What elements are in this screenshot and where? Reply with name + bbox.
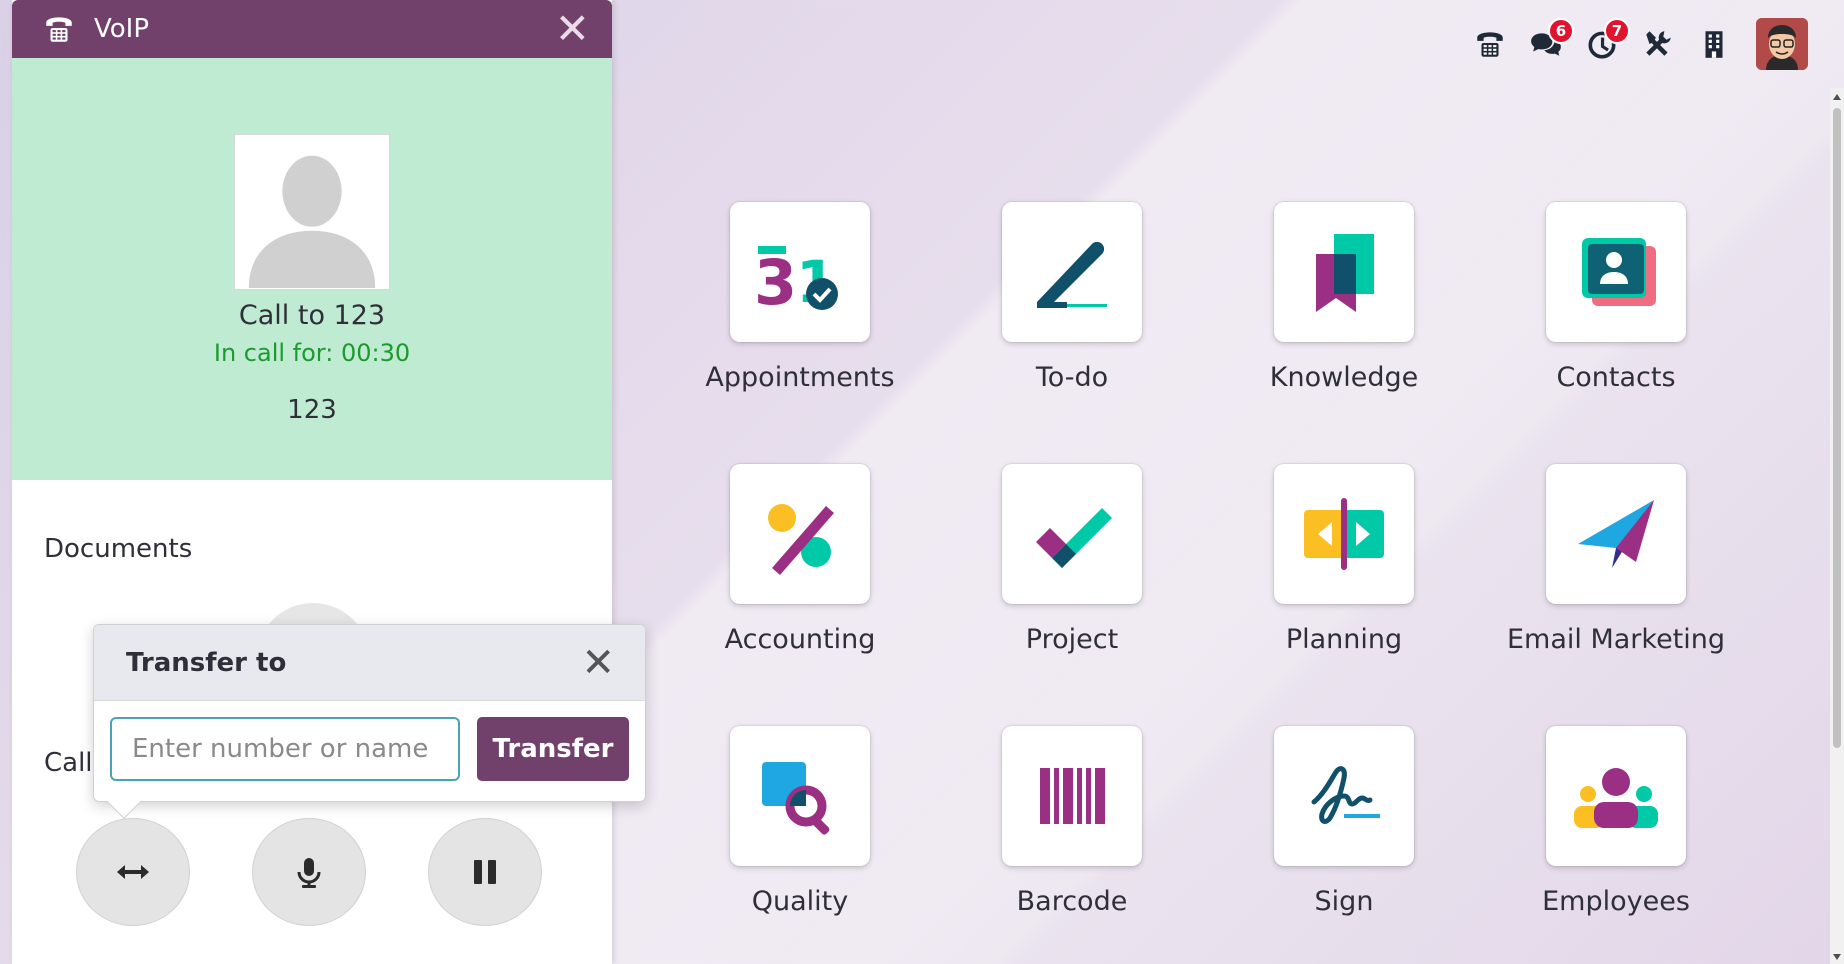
app-sign[interactable]: Sign (1208, 726, 1480, 964)
app-label: Appointments (705, 362, 895, 393)
email-marketing-icon (1578, 500, 1654, 568)
scrollbar-thumb[interactable] (1833, 108, 1841, 748)
microphone-icon (297, 858, 321, 888)
call-heading: Call (44, 748, 93, 778)
transfer-close-button[interactable]: ✕ (581, 643, 615, 683)
contact-avatar (234, 134, 390, 290)
phone-icon (1477, 32, 1503, 57)
documents-heading: Documents (44, 534, 193, 564)
call-duration: In call for: 00:30 (213, 339, 411, 367)
app-label: Sign (1314, 886, 1374, 917)
voip-panel: VoIP ✕ Call to 123 In call for: 00:30 12… (12, 0, 612, 964)
planning-app-tile[interactable] (1274, 464, 1414, 604)
app-accounting[interactable]: Accounting (664, 464, 936, 726)
systray: 6 7 (1462, 16, 1808, 72)
sign-app-tile[interactable] (1274, 726, 1414, 866)
todo-icon (1037, 241, 1107, 308)
call-info-area: Call to 123 In call for: 00:30 123 (12, 58, 612, 480)
appointments-icon: 3 1 (754, 246, 838, 319)
quality-app-tile[interactable] (730, 726, 870, 866)
messages-count-badge: 6 (1548, 18, 1574, 44)
app-todo[interactable]: To-do (936, 202, 1208, 464)
project-app-tile[interactable] (1002, 464, 1142, 604)
app-knowledge[interactable]: Knowledge (1208, 202, 1480, 464)
accounting-icon (768, 504, 834, 575)
app-label: Knowledge (1269, 362, 1419, 393)
company-switcher-button[interactable] (1686, 16, 1742, 72)
app-label: Quality (751, 886, 849, 917)
accounting-app-tile[interactable] (730, 464, 870, 604)
call-number: 123 (287, 395, 337, 425)
pause-icon (474, 860, 496, 884)
quality-icon (762, 762, 830, 835)
appointments-app-tile[interactable]: 3 1 (730, 202, 870, 342)
barcode-icon (1040, 768, 1105, 824)
call-to-text: Call to 123 (238, 300, 386, 331)
messaging-systray-button[interactable]: 6 (1518, 16, 1574, 72)
app-email-marketing[interactable]: Email Marketing (1480, 464, 1752, 726)
planning-icon (1304, 498, 1384, 570)
app-label: Accounting (724, 624, 876, 655)
knowledge-app-tile[interactable] (1274, 202, 1414, 342)
activities-count-badge: 7 (1604, 18, 1630, 44)
hold-button[interactable] (428, 818, 542, 926)
contacts-app-tile[interactable] (1546, 202, 1686, 342)
debug-tools-button[interactable] (1630, 16, 1686, 72)
barcode-app-tile[interactable] (1002, 726, 1142, 866)
transfer-popover: Transfer to ✕ Transfer (93, 624, 646, 819)
arrows-horizontal-icon (117, 865, 149, 879)
employees-icon (1574, 768, 1658, 828)
transfer-title: Transfer to (126, 647, 287, 678)
scroll-down-arrow[interactable] (1833, 954, 1841, 960)
voip-title: VoIP (94, 14, 150, 44)
voip-header[interactable]: VoIP ✕ (12, 0, 612, 58)
knowledge-icon (1316, 234, 1374, 312)
scroll-up-arrow[interactable] (1833, 94, 1841, 100)
app-grid: 3 1 Appointments To-do (664, 202, 1752, 964)
project-icon (1036, 508, 1112, 568)
sign-icon (1311, 766, 1380, 824)
contacts-icon (1582, 238, 1656, 306)
app-label: Employees (1542, 886, 1690, 917)
tools-icon (1646, 31, 1671, 56)
email-marketing-app-tile[interactable] (1546, 464, 1686, 604)
app-label: Contacts (1556, 362, 1676, 393)
app-label: Barcode (1016, 886, 1128, 917)
app-barcode[interactable]: Barcode (936, 726, 1208, 964)
app-contacts[interactable]: Contacts (1480, 202, 1752, 464)
voip-systray-button[interactable] (1462, 16, 1518, 72)
voip-close-button[interactable]: ✕ (555, 8, 590, 50)
transfer-number-input[interactable] (110, 717, 460, 781)
activities-systray-button[interactable]: 7 (1574, 16, 1630, 72)
svg-text:3: 3 (754, 246, 797, 319)
app-label: Project (1025, 624, 1119, 655)
transfer-button[interactable]: Transfer (477, 717, 629, 781)
phone-icon (46, 17, 72, 42)
app-planning[interactable]: Planning (1208, 464, 1480, 726)
employees-app-tile[interactable] (1546, 726, 1686, 866)
avatar-face-icon (1756, 18, 1808, 70)
building-icon (1705, 31, 1723, 58)
app-label: Planning (1285, 624, 1403, 655)
app-label: Email Marketing (1506, 624, 1726, 655)
transfer-call-button[interactable] (76, 818, 190, 926)
app-project[interactable]: Project (936, 464, 1208, 726)
transfer-popover-body: Transfer (94, 701, 645, 781)
app-appointments[interactable]: 3 1 Appointments (664, 202, 936, 464)
todo-app-tile[interactable] (1002, 202, 1142, 342)
app-quality[interactable]: Quality (664, 726, 936, 964)
user-avatar[interactable] (1756, 18, 1808, 70)
mute-button[interactable] (252, 818, 366, 926)
person-silhouette-icon (248, 155, 376, 288)
transfer-popover-header: Transfer to ✕ (94, 625, 645, 701)
app-employees[interactable]: Employees (1480, 726, 1752, 964)
app-label: To-do (1035, 362, 1109, 393)
